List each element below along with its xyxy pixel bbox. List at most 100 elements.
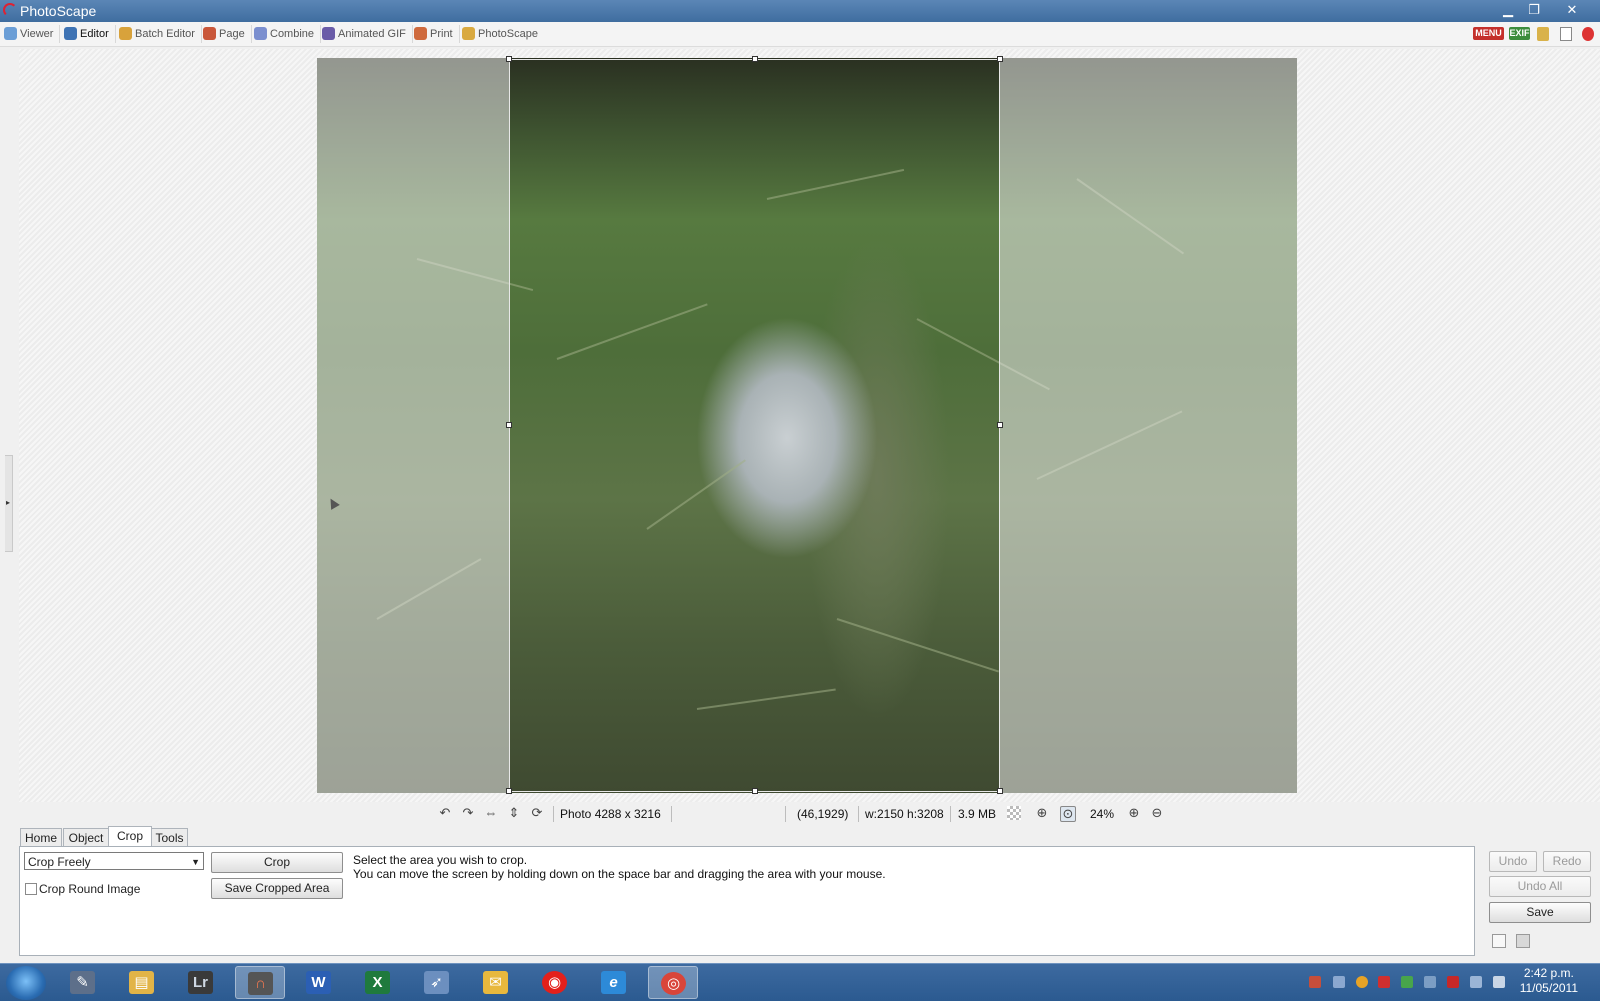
tab-object[interactable]: Object xyxy=(63,828,109,847)
crop-handle-bottom[interactable] xyxy=(752,788,758,794)
clock-date: 11/05/2011 xyxy=(1519,981,1578,995)
zoom-fit-icon[interactable]: ⊕ xyxy=(1035,806,1049,820)
file-size: 3.9 MB xyxy=(958,807,997,821)
undo-all-button[interactable]: Undo All xyxy=(1489,876,1591,897)
crop-selection-box[interactable] xyxy=(509,59,1000,792)
tab-editor[interactable]: Editor xyxy=(62,25,116,43)
tray-icon-5[interactable] xyxy=(1401,976,1413,988)
exif-button[interactable]: EXIF xyxy=(1509,27,1530,40)
tab-label: Batch Editor xyxy=(135,28,195,40)
clock-time: 2:42 p.m. xyxy=(1523,966,1574,980)
tray-icon-3[interactable] xyxy=(1356,976,1368,988)
tray-icon-7[interactable] xyxy=(1447,976,1459,988)
main-tab-bar: Viewer Editor Batch Editor Page Combine … xyxy=(0,22,1600,47)
crop-mode-select[interactable]: Crop Freely ▼ xyxy=(24,852,204,870)
crop-handle-bottom-left[interactable] xyxy=(506,788,512,794)
crop-handle-top-right[interactable] xyxy=(997,56,1003,62)
volume-icon[interactable] xyxy=(1493,976,1505,988)
minimize-icon[interactable]: ▁ xyxy=(1496,1,1520,19)
expand-arrow-icon: ▸ xyxy=(6,498,11,507)
menu-button[interactable]: MENU xyxy=(1473,27,1504,40)
crop-button[interactable]: Crop xyxy=(211,852,343,873)
window-icon[interactable] xyxy=(1560,27,1572,41)
taskbar-excel[interactable]: X xyxy=(353,966,403,999)
tab-batch-editor[interactable]: Batch Editor xyxy=(117,25,202,43)
restore-icon[interactable]: ❐ xyxy=(1522,1,1546,19)
tray-icon-1[interactable] xyxy=(1309,976,1321,988)
tab-print[interactable]: Print xyxy=(412,25,460,43)
tab-label: Animated GIF xyxy=(338,28,406,40)
print-icon xyxy=(414,27,427,40)
redo-button[interactable]: Redo xyxy=(1543,851,1591,872)
tray-icon-6[interactable] xyxy=(1424,976,1436,988)
crop-round-label: Crop Round Image xyxy=(39,882,141,896)
save-button[interactable]: Save xyxy=(1489,902,1591,923)
rotate-right-icon[interactable]: ↷ xyxy=(461,806,475,820)
new-file-icon[interactable] xyxy=(1492,934,1506,948)
flip-vertical-icon[interactable]: ⇕ xyxy=(507,806,521,820)
crop-handle-right[interactable] xyxy=(997,422,1003,428)
tab-photoscape[interactable]: PhotoScape xyxy=(460,25,544,43)
editor-icon xyxy=(64,27,77,40)
tab-label: Viewer xyxy=(20,28,54,40)
taskbar-outlook[interactable]: ✉ xyxy=(471,966,521,999)
side-panel-toggle[interactable]: ▸ xyxy=(5,455,13,552)
taskbar-pointer-app[interactable]: ➶ xyxy=(412,966,462,999)
help-line-2: You can move the screen by holding down … xyxy=(353,867,886,881)
crop-handle-top-left[interactable] xyxy=(506,56,512,62)
tab-label: PhotoScape xyxy=(478,28,538,40)
crop-dim-left xyxy=(317,58,509,793)
title-bar: PhotoScape ▁ ❐ ✕ xyxy=(0,0,1600,22)
zoom-in-icon[interactable]: ⊕ xyxy=(1127,806,1141,820)
start-button[interactable] xyxy=(6,966,46,1000)
photoscape-logo-icon xyxy=(3,3,17,17)
photo-dimensions: Photo 4288 x 3216 xyxy=(560,807,661,821)
tab-tools[interactable]: Tools xyxy=(151,828,188,847)
taskbar-photoscape[interactable]: ∩ xyxy=(235,966,285,999)
taskbar-lightroom[interactable]: Lr xyxy=(176,966,226,999)
system-clock[interactable]: 2:42 p.m. 11/05/2011 xyxy=(1520,966,1578,996)
help-line-1: Select the area you wish to crop. xyxy=(353,853,528,867)
tab-viewer[interactable]: Viewer xyxy=(2,25,61,43)
combine-icon xyxy=(254,27,267,40)
tray-icon-2[interactable] xyxy=(1333,976,1345,988)
cursor-coordinates: (46,1929) xyxy=(797,807,849,821)
printer-icon[interactable] xyxy=(1516,934,1530,948)
tab-home[interactable]: Home xyxy=(20,828,62,847)
crop-help-text: Select the area you wish to crop. You ca… xyxy=(353,853,886,881)
crop-handle-top[interactable] xyxy=(752,56,758,62)
tray-icon-4[interactable] xyxy=(1378,976,1390,988)
taskbar-vodafone[interactable]: ◉ xyxy=(530,966,580,999)
flip-horizontal-icon[interactable]: ⇔ xyxy=(484,806,498,820)
zoom-out-icon[interactable]: ⊖ xyxy=(1150,806,1164,820)
crop-handle-left[interactable] xyxy=(506,422,512,428)
crop-handle-bottom-right[interactable] xyxy=(997,788,1003,794)
batch-editor-icon xyxy=(119,27,132,40)
tab-label: Print xyxy=(430,28,453,40)
rotate-left-icon[interactable]: ↶ xyxy=(438,806,452,820)
folder-icon[interactable] xyxy=(1537,27,1549,41)
tab-combine[interactable]: Combine xyxy=(252,25,322,43)
undo-button[interactable]: Undo xyxy=(1489,851,1537,872)
help-icon[interactable] xyxy=(1582,27,1594,41)
zoom-level: 24% xyxy=(1090,807,1115,821)
reset-rotation-icon[interactable]: ⟳ xyxy=(530,806,544,820)
tab-crop[interactable]: Crop xyxy=(108,826,152,848)
taskbar-explorer[interactable]: ▤ xyxy=(117,966,167,999)
save-cropped-area-button[interactable]: Save Cropped Area xyxy=(211,878,343,899)
taskbar-chrome[interactable]: ◎ xyxy=(648,966,698,999)
tab-page[interactable]: Page xyxy=(201,25,252,43)
taskbar-word[interactable]: W xyxy=(294,966,344,999)
page-icon xyxy=(203,27,216,40)
transparency-icon[interactable] xyxy=(1007,806,1021,820)
dropdown-arrow-icon: ▼ xyxy=(191,857,200,867)
network-icon[interactable] xyxy=(1470,976,1482,988)
taskbar-internet-explorer[interactable]: e xyxy=(589,966,639,999)
tab-label: Page xyxy=(219,28,245,40)
crop-round-checkbox[interactable] xyxy=(25,883,37,895)
taskbar-pen-app[interactable]: ✎ xyxy=(58,966,108,999)
tab-animated-gif[interactable]: Animated GIF xyxy=(320,25,413,43)
zoom-actual-icon[interactable]: ⊙ xyxy=(1060,806,1076,822)
viewer-icon xyxy=(4,27,17,40)
close-icon[interactable]: ✕ xyxy=(1560,1,1584,19)
